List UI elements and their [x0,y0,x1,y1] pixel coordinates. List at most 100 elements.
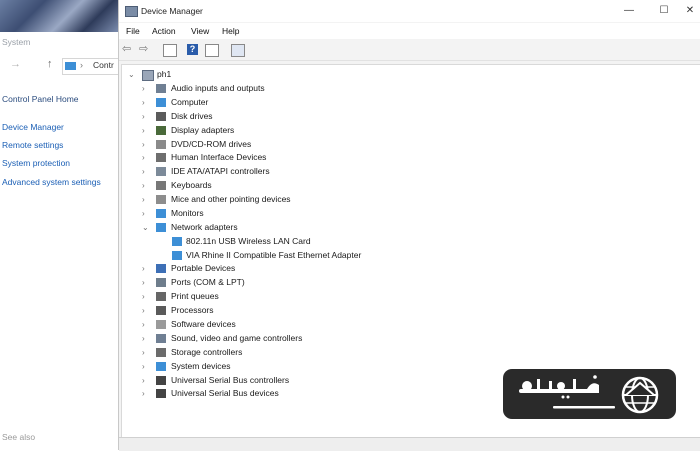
device-category-row[interactable]: › Audio inputs and outputs [128,82,468,95]
device-category-row[interactable]: › Display adapters [128,124,468,137]
close-button[interactable]: ✕ [675,3,700,19]
device-category-label: Human Interface Devices [171,152,267,163]
device-category-label: Software devices [171,319,236,329]
network-adapter-icon [172,250,182,260]
system-nav-bar: → ↑ › Contr [0,55,123,77]
device-category-row[interactable]: › Processors [128,304,468,317]
device-category-row[interactable]: › Computer [128,96,468,109]
mouse-icon [156,195,166,204]
device-category-label: Mice and other pointing devices [171,194,291,204]
device-category-row[interactable]: › Print queues [128,290,468,303]
device-category-row[interactable]: › Sound, video and game controllers [128,332,468,345]
menu-help[interactable]: Help [222,26,239,36]
expand-chevron-icon[interactable]: › [142,124,150,137]
device-category-row[interactable]: › Disk drives [128,110,468,123]
menu-view[interactable]: View [191,26,209,36]
printer-icon [156,292,166,302]
device-category-label: Print queues [171,291,219,302]
device-category-label: IDE ATA/ATAPI controllers [171,166,270,177]
device-category-label: System devices [171,360,231,371]
expand-chevron-icon[interactable]: › [142,96,150,109]
system-device-icon [156,361,166,371]
device-category-label: Monitors [171,207,204,218]
expand-chevron-icon[interactable]: › [142,82,150,95]
device-category-row[interactable]: › Keyboards [128,179,468,192]
menu-bar: File Action View Help [119,23,700,39]
expand-chevron-icon[interactable]: › [142,360,150,373]
menu-action[interactable]: Action [152,26,176,36]
remote-settings-link[interactable]: Remote settings [2,140,63,150]
update-driver-icon[interactable] [205,44,219,57]
logo-wordmark-icon [519,375,599,399]
device-category-label: DVD/CD-ROM drives [171,138,252,149]
collapse-chevron-icon[interactable]: ⌄ [142,221,150,234]
device-manager-link[interactable]: Device Manager [2,122,64,132]
advanced-system-settings-link[interactable]: Advanced system settings [2,177,101,187]
expand-chevron-icon[interactable]: › [142,332,150,345]
forward-arrow-icon[interactable]: ⇨ [139,43,148,56]
window-title: Device Manager [141,6,203,16]
device-row[interactable]: VIA Rhine II Compatible Fast Ethernet Ad… [128,249,468,262]
menu-file[interactable]: File [126,26,140,36]
device-category-label: Computer [171,96,209,107]
minimize-button[interactable]: — [614,3,644,19]
address-text: Contr [93,60,114,70]
help-icon[interactable]: ? [187,44,198,55]
dvd-icon [156,139,166,149]
computer-root-icon [142,70,154,81]
address-bar[interactable]: › Contr [62,58,123,75]
device-category-row[interactable]: › Human Interface Devices [128,151,468,164]
back-arrow-icon[interactable]: ⇦ [122,43,131,56]
device-category-row[interactable]: › Storage controllers [128,346,468,359]
portable-device-icon [156,264,166,274]
expand-chevron-icon[interactable]: › [142,374,150,387]
collapse-chevron-icon[interactable]: ⌄ [128,68,136,81]
device-category-row[interactable]: › Monitors [128,207,468,220]
expand-chevron-icon[interactable]: › [142,276,150,289]
expand-chevron-icon[interactable]: › [142,387,150,400]
device-category-row[interactable]: › DVD/CD-ROM drives [128,138,468,151]
device-category-row[interactable]: ⌄ Network adapters [128,221,468,234]
device-label: VIA Rhine II Compatible Fast Ethernet Ad… [186,249,362,260]
hid-icon [156,153,166,163]
device-category-label: Sound, video and game controllers [171,332,303,343]
device-row[interactable]: 802.11n USB Wireless LAN Card [128,235,468,248]
network-icon [156,222,166,232]
expand-chevron-icon[interactable]: › [142,151,150,164]
expand-chevron-icon[interactable]: › [142,165,150,178]
device-category-row[interactable]: › Portable Devices [128,262,468,275]
system-protection-link[interactable]: System protection [2,158,70,168]
device-category-row[interactable]: › Universal Serial Bus devices [128,387,468,400]
expand-chevron-icon[interactable]: › [142,193,150,206]
back-arrow-icon[interactable]: → [10,58,21,70]
title-bar[interactable]: Device Manager — ☐ ✕ [119,0,700,22]
device-category-label: Storage controllers [171,346,243,357]
device-category-row[interactable]: › IDE ATA/ATAPI controllers [128,165,468,178]
expand-chevron-icon[interactable]: › [142,138,150,151]
expand-chevron-icon[interactable]: › [142,318,150,331]
device-category-label: Ports (COM & LPT) [171,277,245,288]
expand-chevron-icon[interactable]: › [142,179,150,192]
port-icon [156,278,166,288]
up-arrow-icon[interactable]: ↑ [47,58,53,70]
device-category-row[interactable]: › Ports (COM & LPT) [128,276,468,289]
scan-hardware-icon[interactable] [231,44,245,57]
expand-chevron-icon[interactable]: › [142,262,150,275]
expand-chevron-icon[interactable]: › [142,346,150,359]
monitor-icon [156,208,166,218]
expand-chevron-icon[interactable]: › [142,290,150,303]
device-category-row[interactable]: › System devices [128,360,468,373]
device-category-row[interactable]: › Mice and other pointing devices [128,193,468,206]
device-category-row[interactable]: › Universal Serial Bus controllers [128,374,468,387]
expand-chevron-icon[interactable]: › [142,110,150,123]
expand-chevron-icon[interactable]: › [142,207,150,220]
system-window: System → ↑ › Contr Control Panel Home De… [0,0,123,450]
device-category-row[interactable]: › Software devices [128,318,468,331]
status-bar [119,437,700,451]
control-panel-home-link[interactable]: Control Panel Home [2,94,79,104]
control-panel-icon [65,62,76,70]
properties-icon[interactable] [163,44,177,57]
storage-controller-icon [156,347,166,357]
expand-chevron-icon[interactable]: › [142,304,150,317]
tree-root[interactable]: ⌄ ph1 [128,68,218,81]
